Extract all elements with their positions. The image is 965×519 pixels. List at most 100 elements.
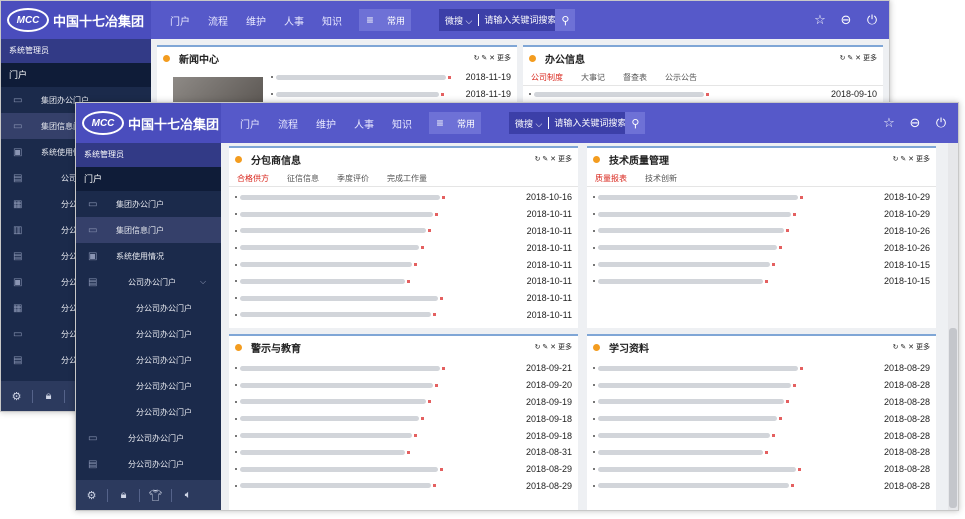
panel-tab[interactable]: 征信信息 [287,173,319,184]
star-icon[interactable]: ☆ [876,115,902,131]
list-item[interactable]: 2018-10-15 [587,256,936,273]
list-item[interactable]: 2018-10-26 [587,223,936,240]
common-button[interactable]: 常用 [381,9,412,31]
portal-header[interactable]: 门户 [1,63,151,87]
list-item[interactable]: 2018-10-11 [229,307,578,324]
power-icon[interactable]: ⏻ [859,12,885,28]
panel-tab[interactable]: 大事记 [581,72,605,83]
menu-icon[interactable]: ≡ [429,112,451,134]
sidebar-item[interactable]: 分公司办公门户 [76,295,221,321]
item-date: 2018-10-11 [526,293,572,304]
list-item[interactable]: 2018-09-20 [229,377,578,394]
nav-item[interactable]: 门户 [161,13,199,28]
nav-item[interactable]: 知识 [313,13,351,28]
list-item[interactable]: 2018-09-18 [229,427,578,444]
minus-circle-icon[interactable]: ⊖ [902,115,928,131]
panel-tools[interactable]: ↻ ✎ ✕ 更多 [535,342,572,352]
panel-tools[interactable]: ↻ ✎ ✕ 更多 [535,154,572,164]
sidebar-item[interactable]: ▣ 系统使用情况 [76,243,221,269]
list-item[interactable]: 2018-08-29 [229,461,578,478]
panel-tab[interactable]: 督查表 [623,72,647,83]
list-item[interactable]: 2018-10-26 [587,239,936,256]
list-item[interactable]: 2018-08-29 [587,360,936,377]
panel-tools[interactable]: ↻ ✎ ✕ 更多 [474,53,511,63]
nav-item[interactable]: 门户 [231,116,269,131]
lock-icon[interactable]: 🔒︎ [108,488,140,502]
list-item[interactable]: 2018-08-28 [587,478,936,495]
nav-item[interactable]: 人事 [345,116,383,131]
sidebar-item[interactable]: 分公司办公门户 [76,373,221,399]
list-item[interactable]: 2018-08-28 [587,377,936,394]
sidebar-item[interactable]: 分公司办公门户 [76,399,221,425]
list-item[interactable]: 2018-10-11 [229,273,578,290]
chevron-down-icon[interactable]: ⌵ [200,277,206,287]
menu-icon[interactable]: ≡ [359,9,381,31]
panel-tools[interactable]: ↻ ✎ ✕ 更多 [893,154,930,164]
settings-icon[interactable]: ⚙ [1,389,33,403]
list-item[interactable]: 2018-10-11 [229,290,578,307]
search-input[interactable] [479,15,556,25]
settings-icon[interactable]: ⚙ [76,488,108,502]
panel-tools[interactable]: ↻ ✎ ✕ 更多 [840,53,877,63]
power-icon[interactable]: ⏻ [928,115,954,131]
sidebar-item[interactable]: ▭ 集团办公门户 [76,191,221,217]
panel-tab[interactable]: 质量报表 [595,173,627,184]
logo[interactable]: MCC 中国十七冶集团 [1,1,151,39]
list-item[interactable]: 2018-10-11 [229,239,578,256]
list-item[interactable]: 2018-10-11 [229,256,578,273]
list-item[interactable]: 2018-10-11 [229,206,578,223]
list-item[interactable]: 2018-09-18 [229,410,578,427]
search-input[interactable] [549,118,626,128]
search-type-select[interactable]: 微搜 ⌵ [509,117,548,130]
list-item[interactable]: 2018-08-28 [587,427,936,444]
nav-item[interactable]: 维护 [307,116,345,131]
nav-item[interactable]: 人事 [275,13,313,28]
panel-tab[interactable]: 完成工作量 [387,173,427,184]
list-item[interactable]: 2018-08-28 [587,410,936,427]
list-item[interactable]: 2018-08-28 [587,461,936,478]
portal-header[interactable]: 门户 [76,167,221,191]
list-item[interactable]: 2018-09-19 [229,394,578,411]
list-item[interactable]: 2018-09-10 [523,86,883,103]
panel-tab[interactable]: 季度评价 [337,173,369,184]
speaker-icon[interactable]: 🔈︎ [172,489,204,502]
sidebar-item[interactable]: ▤ 分公司办公门户 [76,451,221,477]
lock-icon[interactable]: 🔒︎ [33,389,65,403]
list-item[interactable]: 2018-08-28 [587,444,936,461]
panel-tab[interactable]: 公示公告 [665,72,697,83]
panel-tab[interactable]: 合格供方 [237,173,269,184]
common-button[interactable]: 常用 [451,112,482,134]
star-icon[interactable]: ☆ [807,12,833,28]
scrollbar[interactable] [948,143,958,510]
nav-item[interactable]: 知识 [383,116,421,131]
list-item[interactable]: 2018-10-11 [229,223,578,240]
nav-item[interactable]: 维护 [237,13,275,28]
logo[interactable]: MCC 中国十七冶集团 [76,103,221,143]
search-type-select[interactable]: 微搜 ⌵ [439,14,478,27]
list-item[interactable]: 2018-11-19 [265,69,517,86]
list-item[interactable]: 2018-08-31 [229,444,578,461]
sidebar-item[interactable]: ▭ 集团信息门户 [76,217,221,243]
sidebar-item[interactable]: ▤ 公司办公门户 ⌵ [76,269,221,295]
nav-item[interactable]: 流程 [199,13,237,28]
panel-tools[interactable]: ↻ ✎ ✕ 更多 [893,342,930,352]
list-item[interactable]: 2018-10-29 [587,206,936,223]
shirt-icon[interactable]: 👕︎ [140,488,172,502]
list-item[interactable]: 2018-08-29 [229,478,578,495]
minus-circle-icon[interactable]: ⊖ [833,12,859,28]
sidebar-item[interactable]: 分公司办公门户 [76,347,221,373]
list-item[interactable]: 2018-09-21 [229,360,578,377]
list-item[interactable]: 2018-10-15 [587,273,936,290]
panel-tab[interactable]: 公司制度 [531,72,563,83]
list-item[interactable]: 2018-08-28 [587,394,936,411]
nav-item[interactable]: 流程 [269,116,307,131]
panel-tab[interactable]: 技术创新 [645,173,677,184]
search-icon[interactable]: ⚲ [625,112,646,134]
scroll-thumb[interactable] [949,328,957,508]
list-item[interactable]: 2018-11-19 [265,86,517,103]
sidebar-item[interactable]: ▭ 分公司办公门户 [76,425,221,451]
list-item[interactable]: 2018-10-16 [229,189,578,206]
list-item[interactable]: 2018-10-29 [587,189,936,206]
sidebar-item[interactable]: 分公司办公门户 [76,321,221,347]
search-icon[interactable]: ⚲ [555,9,576,31]
